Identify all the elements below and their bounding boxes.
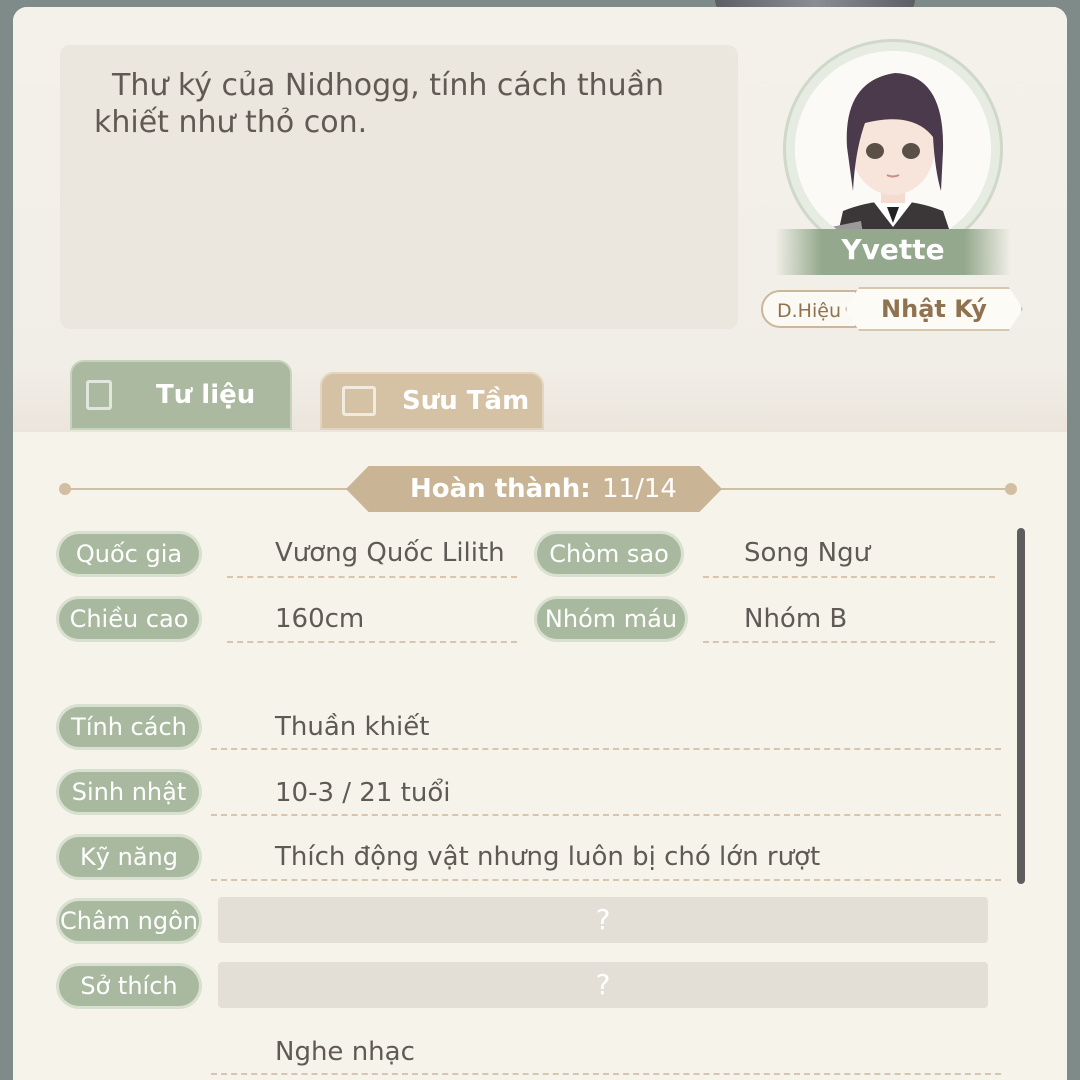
locked-motto: ? (218, 897, 988, 943)
label-blood-type: Nhóm máu (537, 599, 685, 639)
value-extra: Nghe nhạc (275, 1037, 415, 1067)
value-personality: Thuần khiết (275, 712, 430, 742)
character-profile-panel: Thư ký của Nidhogg, tính cách thuần khiế… (13, 7, 1067, 1080)
document-icon (86, 380, 112, 410)
progress-divider-left (63, 488, 353, 490)
divider (211, 879, 1001, 881)
character-portrait (795, 51, 991, 247)
label-birthday: Sinh nhật (59, 772, 199, 812)
value-birthday: 10-3 / 21 tuổi (275, 778, 451, 808)
character-name-band: Yvette (775, 229, 1011, 275)
divider (227, 641, 517, 643)
label-personality: Tính cách (59, 707, 199, 747)
character-name: Yvette (841, 233, 945, 266)
scrollbar[interactable] (1017, 528, 1025, 884)
value-constellation: Song Ngư (744, 538, 871, 568)
label-height: Chiều cao (59, 599, 199, 639)
divider (211, 814, 1001, 816)
completion-label: Hoàn thành: (410, 474, 591, 504)
tab-profile[interactable]: Tư liệu (70, 360, 292, 430)
divider (227, 576, 517, 578)
divider (211, 1073, 1001, 1075)
completion-badge: Hoàn thành: 11/14 (346, 466, 722, 512)
label-motto: Châm ngôn (59, 901, 199, 941)
value-height: 160cm (275, 604, 365, 634)
diary-button[interactable]: Nhật Ký (845, 287, 1023, 331)
dhieu-button[interactable]: D.Hiệu (761, 290, 857, 328)
label-hobby: Sở thích (59, 966, 199, 1006)
label-constellation: Chòm sao (537, 534, 681, 574)
value-blood-type: Nhóm B (744, 604, 848, 634)
tab-collection[interactable]: Sưu Tầm (320, 372, 544, 430)
label-country: Quốc gia (59, 534, 199, 574)
locked-hobby: ? (218, 962, 988, 1008)
divider (211, 748, 1001, 750)
completion-value: 11/14 (602, 474, 677, 504)
divider-end-right (1005, 483, 1017, 495)
progress-divider-right (715, 488, 1015, 490)
value-skill: Thích động vật nhưng luôn bị chó lớn rượ… (275, 842, 821, 872)
divider (703, 576, 995, 578)
divider-end-left (59, 483, 71, 495)
tab-collection-label: Sưu Tầm (402, 386, 530, 416)
portrait-frame[interactable] (783, 39, 1003, 259)
book-icon (342, 386, 376, 416)
label-skill: Kỹ năng (59, 837, 199, 877)
character-avatar-icon (795, 51, 991, 247)
profile-header: Thư ký của Nidhogg, tính cách thuần khiế… (13, 7, 1067, 432)
description-box: Thư ký của Nidhogg, tính cách thuần khiế… (60, 45, 738, 329)
description-text: Thư ký của Nidhogg, tính cách thuần khiế… (94, 68, 665, 140)
value-country: Vương Quốc Lilith (275, 538, 505, 568)
tab-profile-label: Tư liệu (156, 380, 256, 410)
divider (703, 641, 995, 643)
